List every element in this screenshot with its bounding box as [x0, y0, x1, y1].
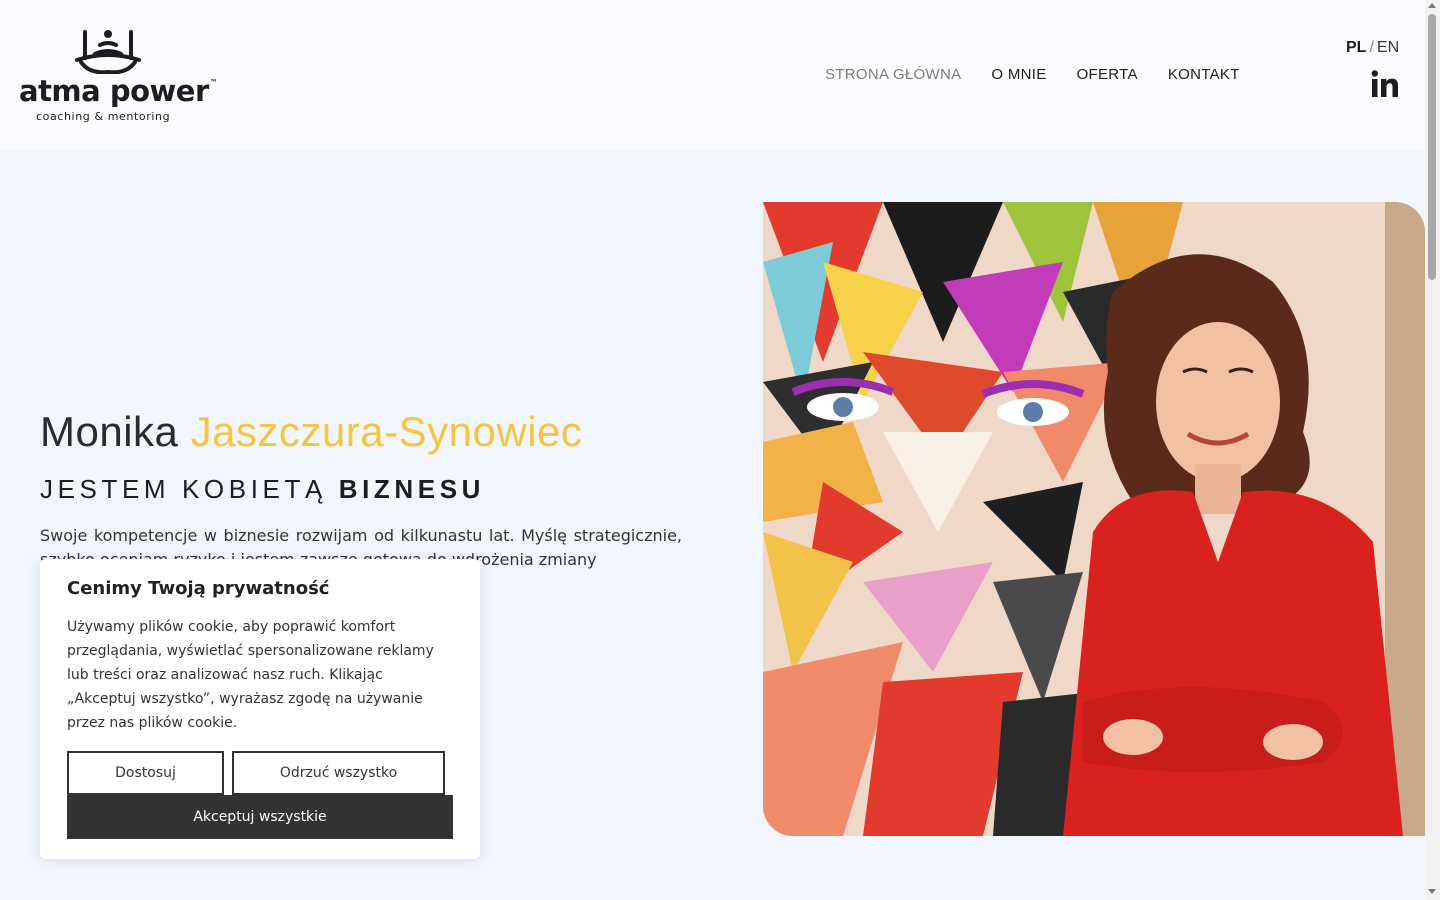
- atma-logo-icon: [75, 30, 141, 74]
- hero-last-name: Jaszczura-Synowiec: [190, 408, 583, 455]
- nav-offer[interactable]: OFERTA: [1077, 66, 1138, 83]
- logo-tagline: coaching & mentoring: [36, 110, 171, 123]
- site-logo[interactable]: atma power™ coaching & mentoring: [19, 28, 218, 128]
- scroll-up-arrow-icon[interactable]: [1428, 3, 1436, 8]
- hero-tagline-bold: BIZNESU: [338, 474, 486, 504]
- language-switcher: PL / EN: [1346, 39, 1399, 57]
- nav-home[interactable]: STRONA GŁÓWNA: [825, 66, 961, 83]
- hero-tagline-light: JESTEM KOBIETĄ: [40, 474, 327, 504]
- cookie-consent-dialog: Cenimy Twoją prywatność Używamy plików c…: [40, 559, 480, 859]
- lang-separator: /: [1369, 39, 1374, 56]
- portrait-illustration: [763, 202, 1425, 836]
- cookie-accept-button[interactable]: Akceptuj wszystkie: [67, 795, 453, 839]
- cookie-title: Cenimy Twoją prywatność: [67, 578, 330, 599]
- site-header: atma power™ coaching & mentoring STRONA …: [0, 0, 1425, 150]
- cookie-text: Używamy plików cookie, aby poprawić komf…: [67, 619, 434, 731]
- hero-portrait-photo: [763, 202, 1425, 836]
- scroll-down-arrow-icon[interactable]: [1428, 889, 1436, 894]
- logo-trademark: ™: [209, 78, 218, 87]
- hero-tagline: JESTEM KOBIETĄ BIZNESU: [40, 474, 485, 505]
- nav-contact[interactable]: KONTAKT: [1168, 66, 1240, 83]
- main-nav: STRONA GŁÓWNA O MNIE OFERTA KONTAKT: [825, 66, 1240, 83]
- cookie-customize-button[interactable]: Dostosuj: [67, 751, 224, 795]
- nav-about[interactable]: O MNIE: [991, 66, 1046, 83]
- page-scrollbar[interactable]: [1425, 0, 1440, 900]
- scroll-thumb[interactable]: [1428, 14, 1436, 280]
- hero-first-name: Monika: [40, 408, 179, 455]
- logo-wordmark: atma power™: [19, 74, 218, 108]
- cookie-reject-button[interactable]: Odrzuć wszystko: [232, 751, 445, 795]
- lang-pl[interactable]: PL: [1346, 39, 1366, 56]
- linkedin-icon[interactable]: [1371, 70, 1399, 98]
- hero-name: Monika Jaszczura-Synowiec: [40, 408, 582, 456]
- logo-name: atma power: [19, 74, 209, 108]
- lang-en[interactable]: EN: [1377, 39, 1399, 56]
